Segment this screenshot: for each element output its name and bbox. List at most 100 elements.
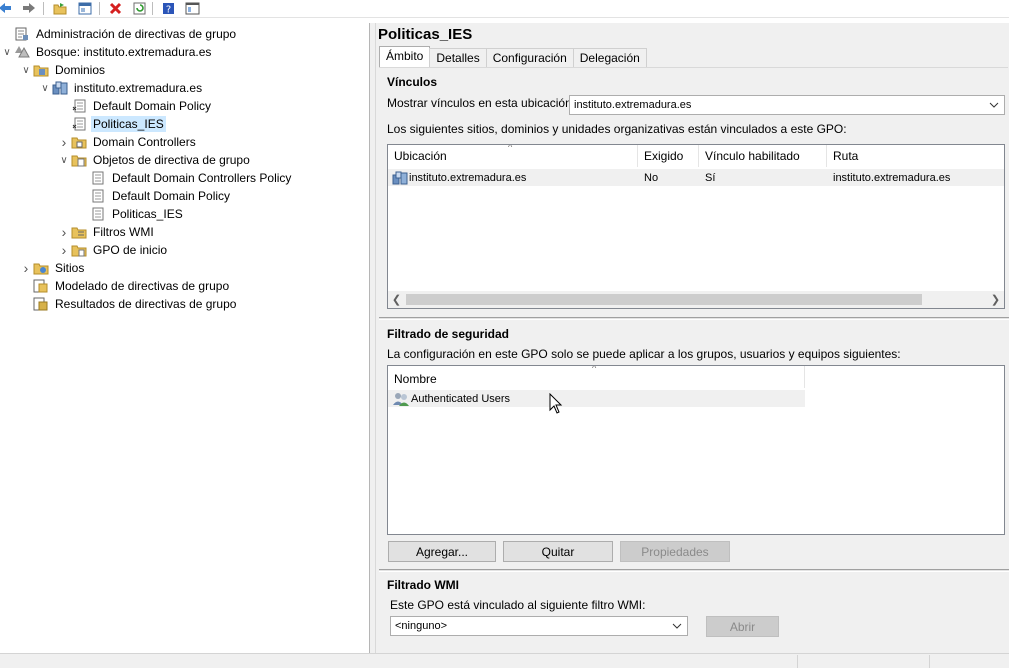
tree-item[interactable]: Politicas_IES — [76, 205, 185, 223]
links-listview[interactable]: Ubicación ^ Exigido Vínculo habilitado R… — [387, 144, 1005, 309]
chevron-right-icon[interactable]: › — [57, 133, 71, 151]
gpo-folder-icon — [71, 152, 87, 168]
open-folder-icon[interactable] — [51, 0, 69, 16]
starter-gpo-folder-icon — [71, 242, 87, 258]
links-location-value: instituto.extremadura.es — [574, 99, 692, 111]
tree-item[interactable]: › Filtros WMI — [57, 223, 156, 241]
remove-button[interactable]: Quitar — [503, 541, 613, 562]
gpo-icon — [90, 206, 106, 222]
chevron-right-icon[interactable]: › — [57, 241, 71, 259]
tree-item-label: Objetos de directiva de grupo — [93, 153, 250, 167]
tree-item-label: Politicas_IES — [91, 116, 166, 132]
wmi-filter-value: <ninguno> — [395, 620, 447, 632]
row-name-text: Authenticated Users — [411, 392, 511, 405]
tree-item[interactable]: Resultados de directivas de grupo — [19, 295, 238, 313]
chevron-down-icon[interactable]: ∨ — [57, 151, 71, 169]
results-icon — [33, 296, 49, 312]
wmi-folder-icon — [71, 224, 87, 240]
tree-item[interactable]: Default Domain Controllers Policy — [76, 169, 293, 187]
scroll-left-icon[interactable]: ❮ — [388, 291, 405, 308]
tree-item[interactable]: ∨ Dominios — [19, 61, 107, 79]
forward-icon[interactable] — [20, 0, 38, 16]
back-icon[interactable] — [0, 0, 14, 16]
ou-icon — [71, 134, 87, 150]
column-enforced[interactable]: Exigido — [638, 145, 699, 167]
tab-delegation[interactable]: Delegación — [572, 48, 647, 68]
tree-item[interactable]: Administración de directivas de grupo — [0, 25, 238, 43]
domains-icon — [33, 62, 49, 78]
scrollbar-thumb[interactable] — [406, 294, 922, 305]
delete-icon[interactable] — [106, 0, 124, 16]
wmi-description: Este GPO está vinculado al siguiente fil… — [390, 598, 646, 612]
wmi-filter-combo[interactable]: <ninguno> — [390, 616, 688, 636]
properties-button[interactable]: Propiedades — [620, 541, 730, 562]
domain-icon — [392, 171, 408, 184]
tree-item[interactable]: Default Domain Policy — [76, 187, 232, 205]
links-location-combo[interactable]: instituto.extremadura.es — [569, 95, 1005, 115]
row-location-text: instituto.extremadura.es — [409, 171, 527, 184]
column-name[interactable]: Nombre ^ — [388, 366, 805, 388]
security-description: La configuración en este GPO solo se pue… — [387, 347, 901, 361]
sort-up-icon: ^ — [508, 144, 513, 152]
tree-item[interactable]: Default Domain Policy — [57, 97, 213, 115]
column-path[interactable]: Ruta — [827, 145, 1004, 167]
tab-details[interactable]: Detalles — [429, 48, 487, 68]
security-listview[interactable]: Nombre ^ Authenticated Users — [387, 365, 1005, 535]
tree-item[interactable]: Modelado de directivas de grupo — [19, 277, 231, 295]
links-description: Los siguientes sitios, dominios y unidad… — [387, 122, 847, 136]
chevron-right-icon[interactable]: › — [19, 259, 33, 277]
tree-item-label: Domain Controllers — [93, 135, 196, 149]
wmi-heading: Filtrado WMI — [387, 578, 459, 592]
section-divider[interactable] — [379, 317, 1009, 320]
tree-item[interactable]: Politicas_IES — [57, 115, 166, 133]
table-row[interactable]: Authenticated Users — [388, 390, 805, 407]
links-location-label: Mostrar vínculos en esta ubicación: — [387, 96, 576, 110]
gpo-link-icon — [71, 116, 87, 132]
section-divider[interactable] — [379, 569, 1009, 572]
cell-enforced: No — [644, 171, 659, 184]
links-horizontal-scrollbar[interactable]: ❮ ❯ — [388, 291, 1004, 308]
tree-item-label: Resultados de directivas de grupo — [55, 297, 237, 311]
tree-item[interactable]: ∨ Objetos de directiva de grupo — [57, 151, 252, 169]
console-icon[interactable] — [183, 0, 201, 16]
column-link-enabled[interactable]: Vínculo habilitado — [699, 145, 827, 167]
tab-settings[interactable]: Configuración — [485, 48, 574, 68]
tree-item[interactable]: › GPO de inicio — [57, 241, 169, 259]
scope-tab-panel: Vínculos Mostrar vínculos en esta ubicac… — [379, 67, 1009, 651]
tree-item[interactable]: ∨ Bosque: instituto.extremadura.es — [0, 43, 213, 61]
page-title: Politicas_IES — [378, 26, 473, 43]
tree-item[interactable]: › Sitios — [19, 259, 86, 277]
tree-item-label: Bosque: instituto.extremadura.es — [36, 45, 212, 59]
gpo-link-icon — [71, 98, 87, 114]
tab-scope[interactable]: Ámbito — [379, 46, 431, 68]
scroll-right-icon[interactable]: ❯ — [987, 291, 1004, 308]
tree-item-label: Dominios — [55, 63, 106, 77]
add-button[interactable]: Agregar... — [388, 541, 496, 562]
chevron-down-icon[interactable]: ∨ — [19, 61, 33, 79]
sites-icon — [33, 260, 49, 276]
help-icon[interactable]: ? — [159, 0, 177, 16]
tree-item-label: Default Domain Policy — [112, 189, 231, 203]
tree-item[interactable]: ∨ instituto.extremadura.es — [38, 79, 204, 97]
column-location[interactable]: Ubicación ^ — [388, 145, 638, 167]
chevron-down-icon[interactable]: ∨ — [38, 79, 52, 97]
properties-icon[interactable] — [76, 0, 94, 16]
cell-name: Authenticated Users — [388, 392, 805, 406]
refresh-icon[interactable] — [130, 0, 148, 16]
chevron-down-icon — [670, 619, 684, 633]
domain-icon — [52, 80, 68, 96]
gpmc-icon — [14, 26, 30, 42]
open-button[interactable]: Abrir — [706, 616, 779, 637]
tree-item-label: Default Domain Controllers Policy — [112, 171, 292, 185]
tree-item-label: instituto.extremadura.es — [74, 81, 203, 95]
gpo-icon — [90, 188, 106, 204]
tree-item[interactable]: › Domain Controllers — [57, 133, 198, 151]
table-row[interactable]: instituto.extremadura.es No Sí instituto… — [388, 169, 1004, 186]
cell-link-enabled: Sí — [705, 171, 716, 184]
chevron-down-icon[interactable]: ∨ — [0, 43, 14, 61]
chevron-right-icon[interactable]: › — [57, 223, 71, 241]
